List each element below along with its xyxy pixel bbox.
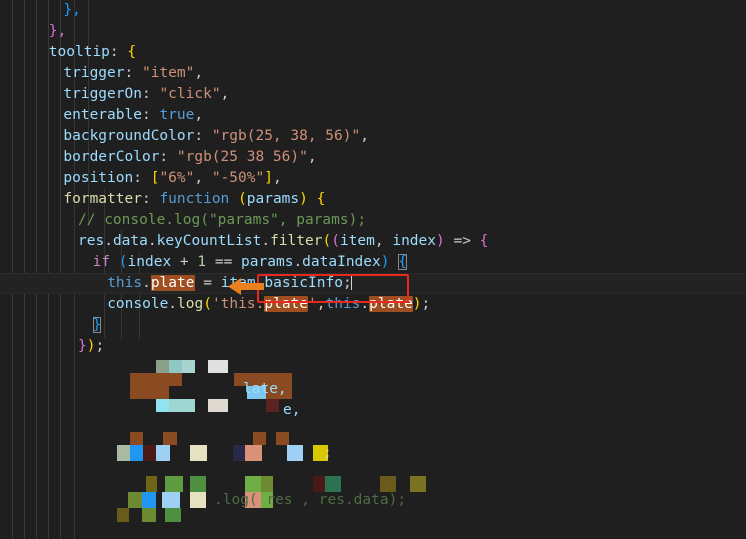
mosaic-block [313, 445, 328, 461]
mosaic-block [169, 399, 195, 412]
mosaic-block [287, 445, 303, 461]
mosaic-block [156, 445, 170, 461]
mosaic-block [266, 373, 292, 399]
mosaic-block [261, 476, 273, 492]
mosaic-block [165, 508, 181, 522]
mosaic-block [253, 432, 266, 445]
mosaic-block [234, 373, 266, 386]
mosaic-block [313, 476, 325, 492]
mosaic-block [128, 492, 142, 508]
code-editor-screenshot: },}, tooltip: {trigger: "item", triggerOn:… [0, 0, 746, 539]
mosaic-block [130, 445, 143, 461]
mosaic-block [208, 399, 228, 412]
mosaic-block [162, 492, 180, 508]
mosaic-block [165, 476, 183, 492]
mosaic-block [156, 386, 169, 399]
mosaic-block [380, 476, 396, 492]
mosaic-block [156, 373, 182, 386]
mosaic-block [245, 476, 261, 492]
mosaic-block [143, 445, 156, 461]
mosaic-block [266, 399, 279, 412]
mosaic-block [156, 360, 169, 373]
mosaic-block [117, 508, 129, 522]
mosaic-block [208, 360, 228, 373]
mosaic-block [182, 360, 195, 373]
mosaic-block [117, 445, 130, 461]
mosaic-block [130, 432, 143, 445]
mosaic-block [325, 476, 341, 492]
mosaic-block [276, 432, 289, 445]
mosaic-block [156, 399, 169, 412]
mosaic-block [146, 476, 157, 492]
mosaic-block [190, 476, 206, 492]
redacted-mosaic-region [0, 0, 746, 539]
mosaic-block [247, 386, 266, 399]
mosaic-block [245, 445, 262, 461]
mosaic-block [130, 373, 156, 399]
mosaic-block [190, 445, 207, 461]
mosaic-block [261, 492, 273, 508]
mosaic-block [410, 476, 426, 492]
mosaic-block [233, 445, 245, 461]
mosaic-block [142, 508, 156, 522]
mosaic-block [163, 432, 177, 445]
mosaic-block [142, 492, 156, 508]
mosaic-block [245, 492, 261, 508]
mosaic-block [190, 492, 206, 508]
